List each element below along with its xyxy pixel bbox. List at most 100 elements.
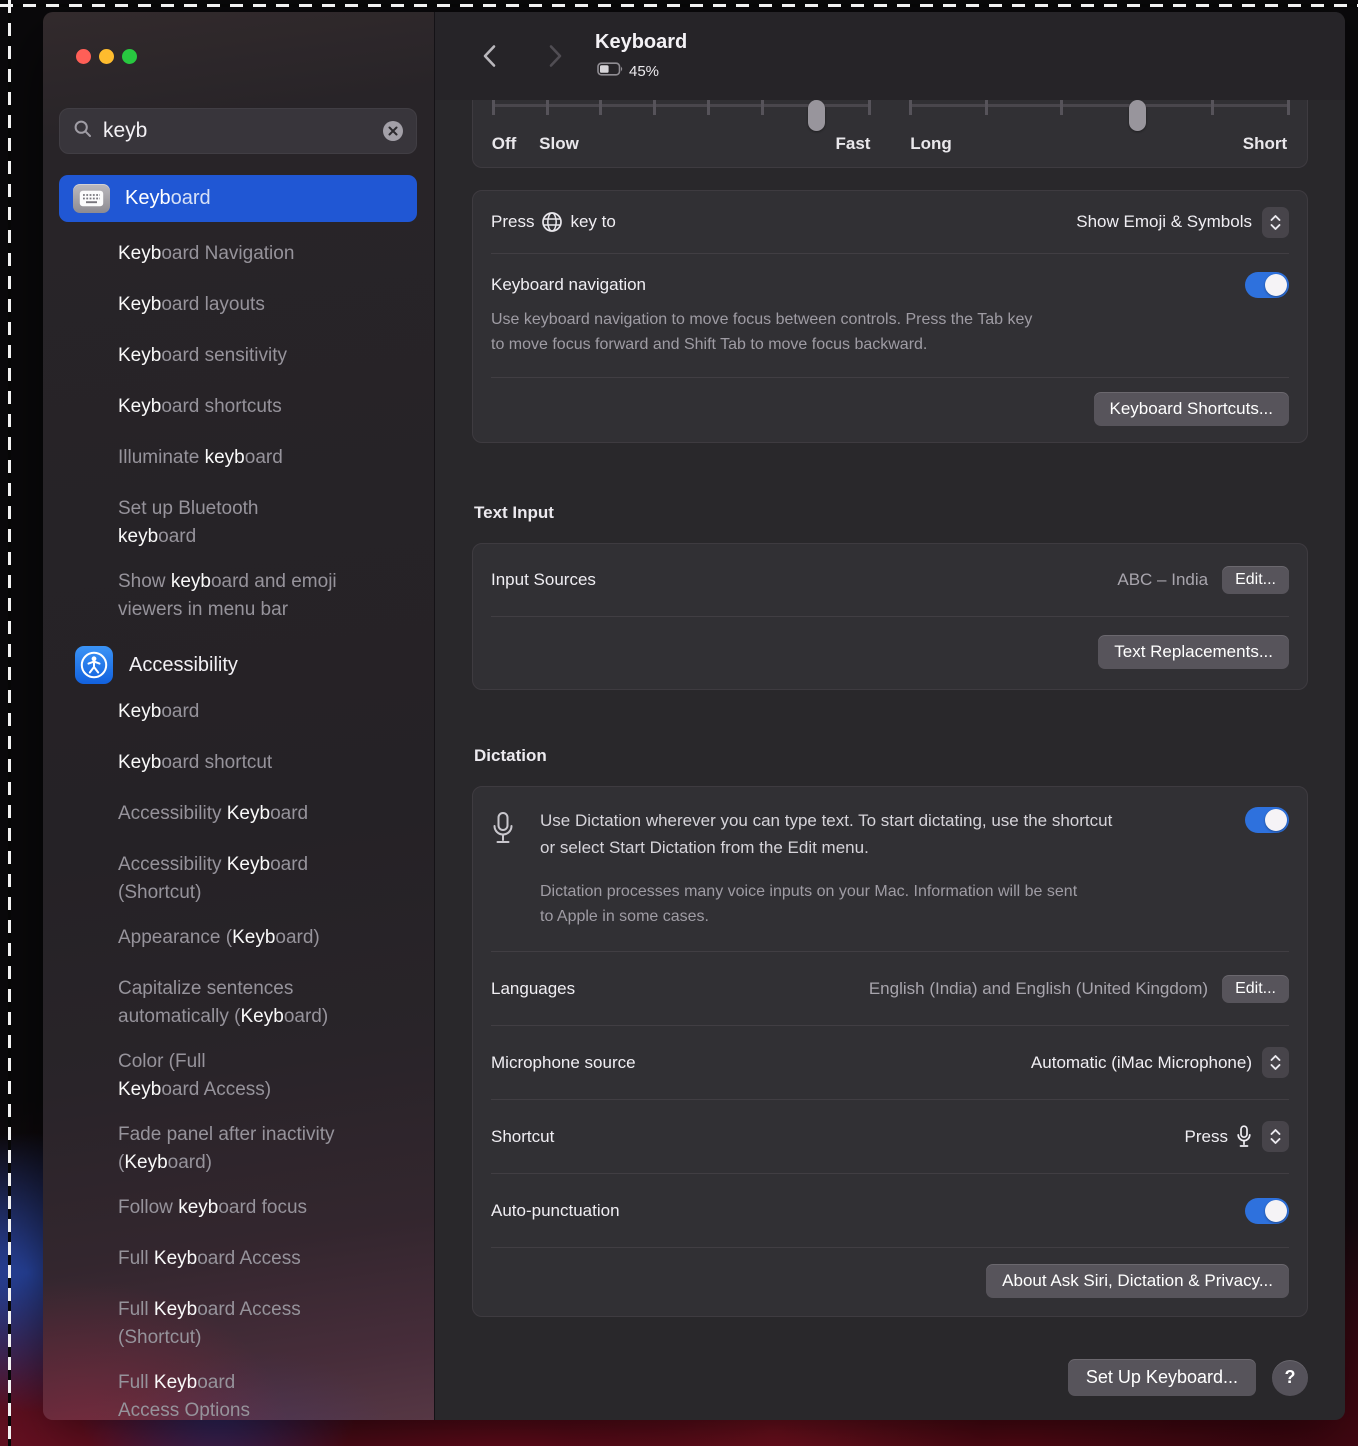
microphone-source-row: Microphone source Automatic (iMac Microp… [473,1026,1307,1099]
keyboard-app-icon [73,184,110,213]
window-controls [76,49,434,64]
slider-track [909,104,1290,107]
battery-percent: 45% [629,63,660,80]
keyboard-navigation-toggle[interactable] [1245,272,1289,298]
press-globe-key-row: Press key to Show Emoji & Symbols [473,191,1307,253]
dictation-privacy-note: Dictation processes many voice inputs on… [540,883,1078,925]
shortcut-popup-button[interactable] [1262,1121,1289,1152]
selection-border-top [0,4,1358,7]
keyboard-navigation-row: Keyboard navigation Use keyboard navigat… [473,254,1307,377]
microphone-icon [491,807,540,852]
sidebar-item-full-keyboard-access-shortcut[interactable]: Full Keyboard Access (Shortcut) [43,1296,420,1352]
sidebar-item-keyboard-layouts[interactable]: Keyboard layouts [43,291,420,319]
text-input-heading: Text Input [474,503,554,522]
input-sources-edit-button[interactable]: Edit... [1222,566,1289,594]
languages-edit-button[interactable]: Edit... [1222,974,1289,1003]
input-sources-value: ABC – India [1117,570,1209,589]
press-key-value: Show Emoji & Symbols [1076,212,1252,231]
text-replacements-row: Text Replacements... [473,617,1307,689]
slider-label-short: Short [1242,134,1288,153]
keyboard-navigation-label: Keyboard navigation [491,275,647,294]
sidebar: Keyboard Keyboard Navigation Keyboard la… [43,12,435,1420]
input-sources-label: Input Sources [491,570,596,589]
slider-label-fast: Fast [835,134,871,153]
system-settings-window: Keyboard Keyboard Navigation Keyboard la… [43,12,1345,1420]
sidebar-item-accessibility[interactable]: Accessibility [75,646,434,684]
keyboard-options-card: Press key to Show Emoji & Symbols Keyboa… [472,190,1308,443]
dictation-heading: Dictation [474,746,547,765]
sidebar-item-acc-keyboard[interactable]: Keyboard [43,698,420,726]
help-button[interactable]: ? [1272,1359,1308,1396]
slider-thumb[interactable] [807,100,825,131]
auto-punctuation-row: Auto-punctuation [473,1174,1307,1247]
sidebar-item-accessibility-keyboard[interactable]: Accessibility Keyboard [43,800,420,828]
close-button[interactable] [76,49,91,64]
auto-punctuation-toggle[interactable] [1245,1197,1289,1224]
back-button[interactable] [475,40,503,72]
sidebar-item-keyboard-sensitivity[interactable]: Keyboard sensitivity [43,342,420,370]
sidebar-item-keyboard-navigation[interactable]: Keyboard Navigation [43,240,420,268]
sidebar-item-keyboard-shortcuts[interactable]: Keyboard shortcuts [43,393,420,421]
keyboard-shortcuts-row: Keyboard Shortcuts... [473,378,1307,442]
sidebar-item-keyboard[interactable]: Keyboard [59,175,417,222]
sidebar-item-appearance-keyboard[interactable]: Appearance (Keyboard) [43,924,420,952]
page-title: Keyboard [595,31,688,53]
dictation-enable-row: Use Dictation wherever you can type text… [473,787,1307,879]
about-dictation-row: About Ask Siri, Dictation & Privacy... [473,1248,1307,1316]
text-replacements-button[interactable]: Text Replacements... [1098,635,1289,669]
input-sources-row: Input Sources ABC – India Edit... [473,544,1307,616]
languages-row: Languages English (India) and English (U… [473,952,1307,1025]
search-results-list: Keyboard Keyboard Navigation Keyboard la… [43,175,434,1420]
microphone-source-popup-button[interactable] [1262,1047,1289,1078]
key-repeat-rate-slider[interactable]: Off Slow Fast [491,100,871,167]
microphone-source-label: Microphone source [491,1052,636,1072]
set-up-keyboard-button[interactable]: Set Up Keyboard... [1067,1359,1256,1396]
battery-status: 45% [597,62,659,81]
sidebar-item-label: Accessibility [129,653,238,676]
sidebar-item-fade-panel[interactable]: Fade panel after inactivity (Keyboard) [43,1121,420,1177]
slider-label-long: Long [910,134,952,153]
minimize-button[interactable] [99,49,114,64]
sidebar-item-full-keyboard-access[interactable]: Full Keyboard Access [43,1245,420,1273]
clear-search-icon[interactable] [382,120,404,142]
sidebar-item-illuminate-keyboard[interactable]: Illuminate keyboard [43,444,420,472]
keyboard-shortcuts-button[interactable]: Keyboard Shortcuts... [1093,392,1289,426]
toolbar: Keyboard 45% [435,12,1345,100]
search-input[interactable] [103,119,382,143]
sidebar-item-show-keyboard-emoji-viewers[interactable]: Show keyboard and emoji viewers in menu … [43,568,420,624]
shortcut-value: Press [1184,1126,1228,1146]
sidebar-item-full-keyboard-access-options[interactable]: Full Keyboard Access Options [43,1369,420,1420]
shortcut-label: Shortcut [491,1126,555,1146]
shortcut-row: Shortcut Press [473,1100,1307,1173]
accessibility-app-icon [75,646,113,684]
forward-button[interactable] [541,40,569,72]
footer-actions: Set Up Keyboard... ? [472,1359,1308,1396]
sidebar-search-field[interactable] [59,108,417,154]
main-panel: Keyboard 45% Off Slow Fast Long Short Pr… [435,12,1345,1420]
press-key-popup-button[interactable] [1262,206,1289,238]
delay-until-repeat-slider[interactable]: Long Short [909,100,1290,167]
battery-icon [597,62,625,81]
press-key-label-post: key to [570,212,616,231]
auto-punctuation-label: Auto-punctuation [491,1200,620,1220]
sidebar-item-setup-bluetooth-keyboard[interactable]: Set up Bluetooth keyboard [43,495,420,551]
dictation-card: Use Dictation wherever you can type text… [472,786,1308,1317]
about-ask-siri-button[interactable]: About Ask Siri, Dictation & Privacy... [986,1264,1289,1298]
selection-border-left [8,0,11,1446]
languages-label: Languages [491,978,576,998]
microphone-source-value: Automatic (iMac Microphone) [1030,1052,1252,1072]
languages-value: English (India) and English (United King… [868,978,1209,998]
sidebar-item-accessibility-keyboard-shortcut[interactable]: Accessibility Keyboard (Shortcut) [43,851,420,907]
slider-label-slow: Slow [539,134,579,153]
slider-label-off: Off [491,134,517,153]
zoom-button[interactable] [122,49,137,64]
sidebar-item-acc-keyboard-shortcut[interactable]: Keyboard shortcut [43,749,420,777]
sidebar-item-follow-keyboard-focus[interactable]: Follow keyboard focus [43,1194,420,1222]
slider-thumb[interactable] [1129,100,1146,131]
settings-content: Off Slow Fast Long Short Press key to Sh… [435,100,1345,1420]
sidebar-item-capitalize-sentences[interactable]: Capitalize sentences automatically (Keyb… [43,975,420,1031]
sidebar-item-color-full-keyboard-access[interactable]: Color (Full Keyboard Access) [43,1048,420,1104]
sidebar-item-label: Keyboard [125,187,211,209]
dictation-toggle[interactable] [1245,807,1289,833]
key-repeat-card: Off Slow Fast Long Short [472,100,1308,168]
